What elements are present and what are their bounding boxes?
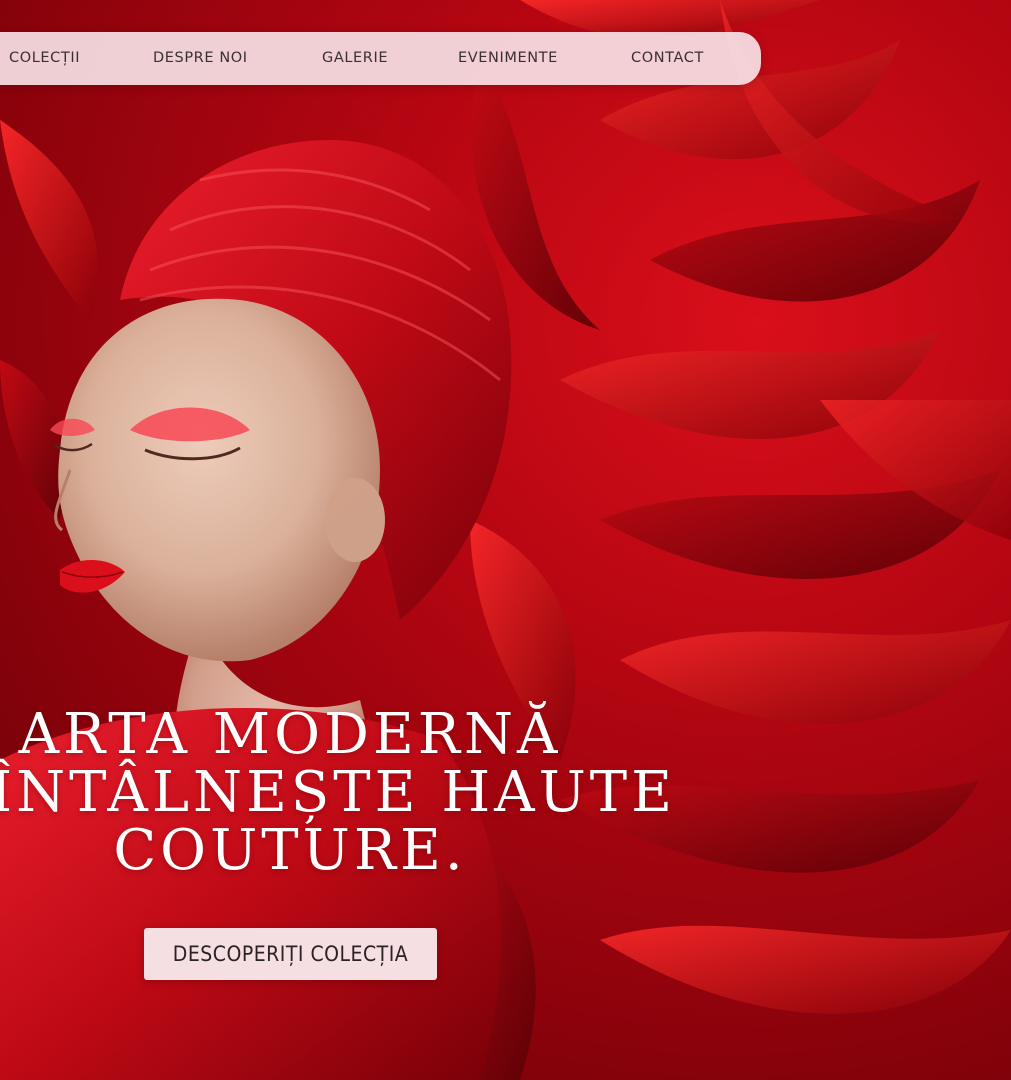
discover-collection-button[interactable]: DESCOPERIȚI COLECȚIA <box>144 928 437 980</box>
hero-section: COLECȚII DESPRE NOI GALERIE EVENIMENTE C… <box>0 0 1011 1080</box>
hero-image <box>0 0 1011 1080</box>
nav-item-galerie[interactable]: GALERIE <box>322 32 388 85</box>
headline-line-1: ARTA MODERNĂ <box>18 702 562 767</box>
headline-line-2: ÎNTÂLNEȘTE HAUTE <box>0 760 677 825</box>
nav-item-contact[interactable]: CONTACT <box>631 32 704 85</box>
hero-headline: ARTA MODERNĂ ÎNTÂLNEȘTE HAUTE COUTURE. <box>0 702 677 883</box>
main-navigation: COLECȚII DESPRE NOI GALERIE EVENIMENTE C… <box>0 32 761 85</box>
nav-item-evenimente[interactable]: EVENIMENTE <box>458 32 558 85</box>
nav-item-despre-noi[interactable]: DESPRE NOI <box>153 32 248 85</box>
headline-line-3: COUTURE. <box>113 818 467 883</box>
nav-item-colectii[interactable]: COLECȚII <box>9 32 80 85</box>
